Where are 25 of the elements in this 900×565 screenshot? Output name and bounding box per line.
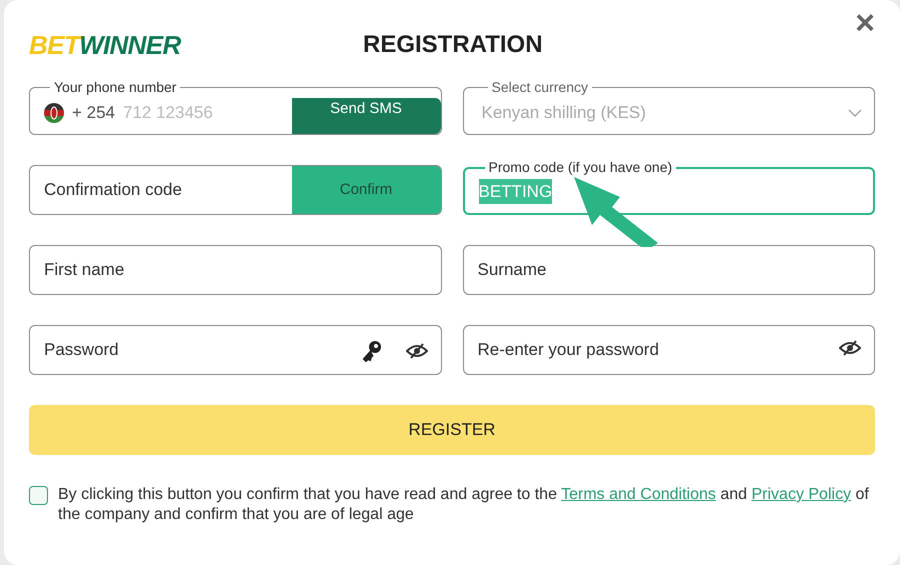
- field-label: Your phone number: [53, 78, 178, 97]
- dialog-title: REGISTRATION: [363, 30, 543, 60]
- input-field[interactable]: Surname: [462, 245, 875, 295]
- terms-link[interactable]: Terms and Conditions: [561, 486, 716, 503]
- privacy-link[interactable]: Privacy Policy: [751, 486, 852, 503]
- input-field[interactable]: Password: [29, 325, 442, 375]
- consent-checkbox[interactable]: [29, 486, 48, 505]
- register-button[interactable]: REGISTER: [29, 405, 875, 455]
- chevron-down-icon: [848, 109, 862, 117]
- key-icon: [362, 340, 382, 362]
- input-field[interactable]: First name: [29, 245, 442, 295]
- hidden-eye-icon[interactable]: [839, 340, 861, 356]
- flag-icon: [44, 103, 64, 123]
- hidden-eye-icon[interactable]: [406, 343, 428, 359]
- promo-code-value: BETTING: [478, 178, 552, 204]
- field-label: Promo code (if you have one): [488, 158, 674, 177]
- selected-currency: Kenyan shilling (KES): [482, 102, 647, 124]
- consent-text: By clicking this button you confirm that you have read and agree to the Terms and Conditions and Privacy Policy of the company and confirm that you are of legal age: [58, 485, 870, 525]
- input-field[interactable]: Re-enter your password: [462, 325, 875, 375]
- confirmation-field[interactable]: Confirmation code Confirm: [29, 165, 442, 215]
- close-button[interactable]: ×: [855, 6, 875, 40]
- confirm-button[interactable]: Confirm: [292, 166, 440, 214]
- field-label: Select currency: [490, 78, 589, 97]
- logo: BETWINNER: [29, 28, 181, 62]
- country-code: + 254: [72, 102, 116, 124]
